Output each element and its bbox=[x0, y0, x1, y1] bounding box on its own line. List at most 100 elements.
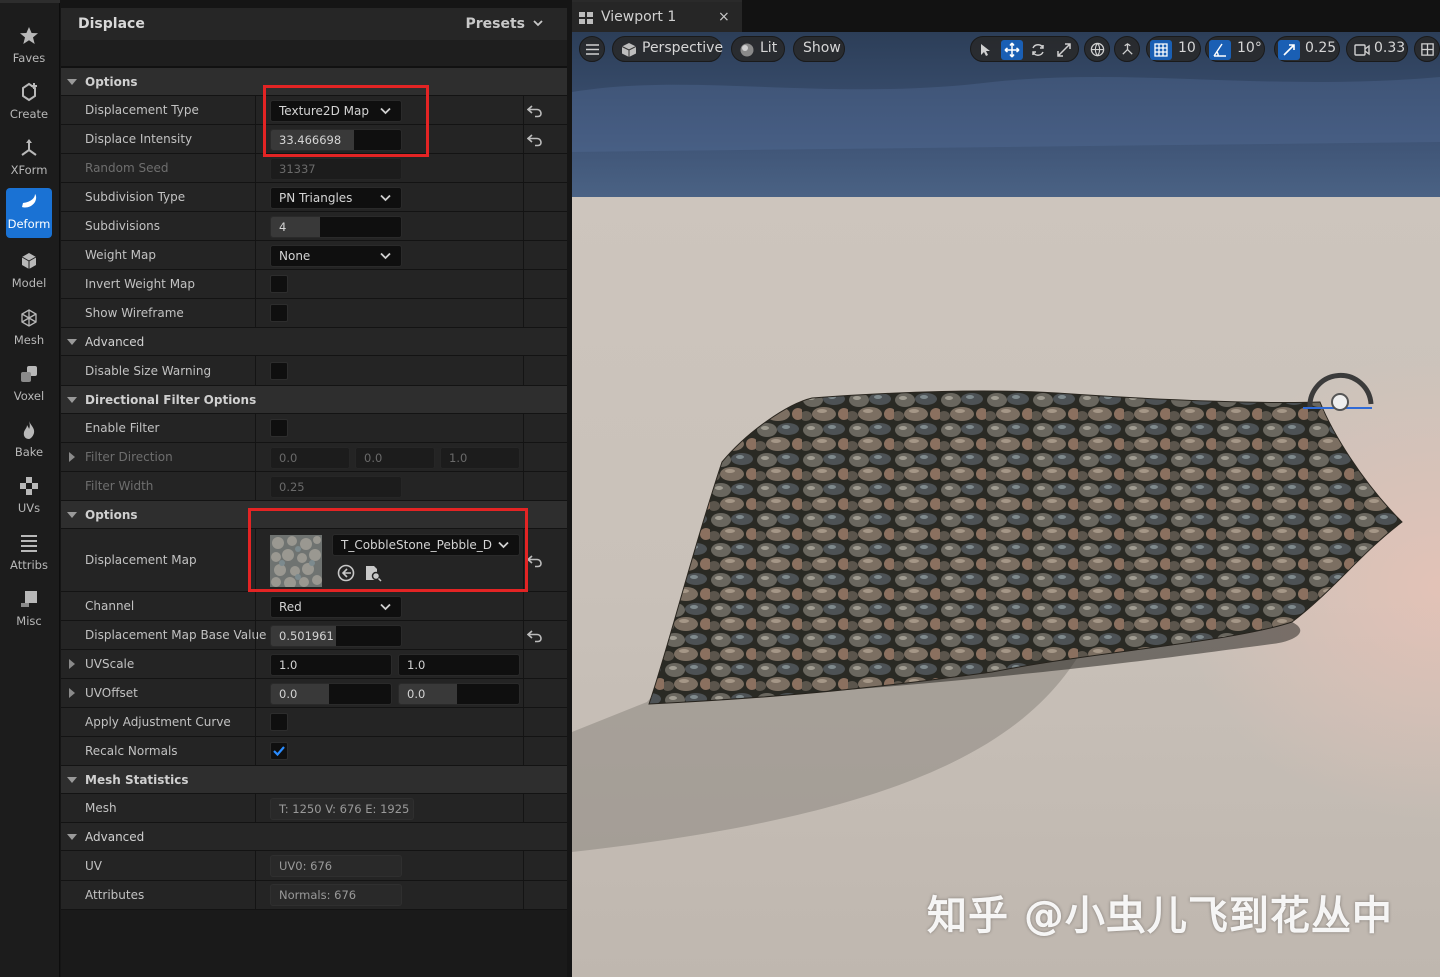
expand-arrow-icon[interactable] bbox=[69, 452, 75, 462]
mesh-stats-value: T: 1250 V: 676 E: 1925 bbox=[270, 798, 414, 820]
reset-arrow-icon[interactable] bbox=[527, 133, 543, 147]
reset-arrow-icon[interactable] bbox=[527, 629, 543, 643]
column-divider bbox=[255, 241, 256, 269]
category-directional-filter[interactable]: Directional Filter Options bbox=[61, 386, 567, 414]
mode-toolbar: Faves Create XForm Deform Model Mesh Vox… bbox=[0, 0, 60, 977]
tool-mesh[interactable]: Mesh bbox=[6, 304, 52, 354]
rotation-snap-toggle[interactable] bbox=[1209, 40, 1231, 60]
collapse-arrow-icon[interactable] bbox=[67, 79, 77, 85]
category-label: Options bbox=[85, 75, 138, 89]
rotate-tool[interactable] bbox=[1027, 40, 1049, 60]
expand-arrow-icon[interactable] bbox=[69, 659, 75, 669]
collapse-arrow-icon[interactable] bbox=[67, 397, 77, 403]
channel-combo[interactable]: Red bbox=[270, 596, 402, 618]
apply-adjustment-curve-checkbox[interactable] bbox=[270, 713, 288, 731]
panel-search-bar bbox=[61, 40, 567, 68]
collapse-arrow-icon[interactable] bbox=[67, 512, 77, 518]
sphere-icon bbox=[740, 43, 754, 57]
field-value: 1.0 bbox=[279, 658, 298, 672]
grid-snap-value: 10 bbox=[1178, 40, 1196, 56]
column-divider bbox=[523, 794, 524, 822]
category-mesh-statistics[interactable]: Mesh Statistics bbox=[61, 766, 567, 794]
column-divider bbox=[523, 125, 524, 153]
panel-title: Displace bbox=[78, 16, 145, 32]
prop-label: Displace Intensity bbox=[85, 132, 193, 146]
show-wireframe-checkbox[interactable] bbox=[270, 304, 288, 322]
reset-arrow-icon[interactable] bbox=[527, 554, 543, 568]
select-tool[interactable] bbox=[975, 40, 997, 60]
tool-voxel[interactable]: Voxel bbox=[6, 360, 52, 410]
column-divider bbox=[255, 356, 256, 385]
tool-deform[interactable]: Deform bbox=[6, 188, 52, 238]
close-icon[interactable]: × bbox=[718, 9, 730, 25]
perspective-button[interactable]: Perspective bbox=[612, 36, 723, 62]
tool-bake[interactable]: Bake bbox=[6, 416, 52, 466]
xform-icon bbox=[21, 139, 37, 156]
grid-snap-control[interactable]: 10 bbox=[1146, 36, 1201, 62]
field-value: 31337 bbox=[279, 162, 316, 176]
expand-arrow-icon[interactable] bbox=[69, 688, 75, 698]
field-value: 0.0 bbox=[279, 687, 298, 701]
scale-tool[interactable] bbox=[1053, 40, 1075, 60]
column-divider bbox=[523, 472, 524, 500]
world-local-button[interactable] bbox=[1084, 36, 1110, 62]
field-value: 0.501961 bbox=[279, 629, 334, 643]
viewport[interactable]: Viewport 1 × Perspective Lit Show 10 10°… bbox=[572, 0, 1440, 977]
tool-xform[interactable]: XForm bbox=[6, 134, 52, 184]
presets-dropdown[interactable]: Presets bbox=[465, 16, 543, 32]
rotation-snap-value: 10° bbox=[1237, 40, 1262, 56]
column-divider bbox=[523, 708, 524, 736]
uvscale-x-field[interactable]: 1.0 bbox=[270, 654, 392, 676]
surface-snap-button[interactable] bbox=[1114, 36, 1140, 62]
viewport-layout-button[interactable] bbox=[1414, 36, 1440, 62]
field-value: 0.25 bbox=[279, 480, 305, 494]
tool-attribs[interactable]: Attribs bbox=[6, 529, 52, 579]
rotation-snap-control[interactable]: 10° bbox=[1205, 36, 1265, 62]
category-advanced-stats[interactable]: Advanced bbox=[61, 823, 567, 851]
invert-weight-map-checkbox[interactable] bbox=[270, 275, 288, 293]
uvoffset-x-field[interactable]: 0.0 bbox=[270, 683, 392, 705]
recalc-normals-checkbox[interactable] bbox=[270, 742, 288, 760]
category-advanced[interactable]: Advanced bbox=[61, 328, 567, 356]
snap-surface-icon bbox=[1122, 43, 1133, 55]
tool-faves[interactable]: Faves bbox=[6, 22, 52, 72]
collapse-arrow-icon[interactable] bbox=[67, 777, 77, 783]
prop-label: UVOffset bbox=[85, 686, 138, 700]
scale-snap-toggle[interactable] bbox=[1278, 40, 1300, 60]
enable-filter-checkbox[interactable] bbox=[270, 419, 288, 437]
field-value: 0.0 bbox=[407, 687, 426, 701]
uvscale-y-field[interactable]: 1.0 bbox=[398, 654, 520, 676]
camera-speed-control[interactable]: 0.33 bbox=[1346, 36, 1408, 62]
viewport-tab-bar: Viewport 1 × bbox=[572, 0, 1440, 32]
prop-channel: Channel Red bbox=[61, 592, 567, 621]
show-button[interactable]: Show bbox=[793, 36, 845, 62]
create-icon bbox=[22, 82, 37, 102]
star-icon bbox=[20, 27, 38, 44]
tool-uvs[interactable]: UVs bbox=[6, 472, 52, 522]
map-base-value-field[interactable]: 0.501961 bbox=[270, 625, 402, 647]
tool-create[interactable]: Create bbox=[6, 78, 52, 128]
reset-arrow-icon[interactable] bbox=[527, 104, 543, 118]
tool-misc[interactable]: Misc bbox=[6, 585, 52, 635]
column-divider bbox=[523, 241, 524, 269]
prop-subdivision-type: Subdivision Type PN Triangles bbox=[61, 183, 567, 212]
move-arrows-icon bbox=[1004, 42, 1020, 58]
subdivision-type-combo[interactable]: PN Triangles bbox=[270, 187, 402, 209]
collapse-arrow-icon[interactable] bbox=[67, 834, 77, 840]
translate-tool[interactable] bbox=[1001, 40, 1023, 60]
viewport-menu-button[interactable] bbox=[579, 36, 605, 62]
lit-button[interactable]: Lit bbox=[731, 36, 785, 62]
category-label: Directional Filter Options bbox=[85, 393, 257, 407]
subdivisions-field[interactable]: 4 bbox=[270, 216, 402, 238]
uvoffset-y-field[interactable]: 0.0 bbox=[398, 683, 520, 705]
tool-model[interactable]: Model bbox=[6, 247, 52, 297]
collapse-arrow-icon[interactable] bbox=[67, 339, 77, 345]
column-divider bbox=[255, 737, 256, 765]
viewport-tab[interactable]: Viewport 1 × bbox=[572, 0, 742, 32]
checker-icon bbox=[20, 477, 38, 495]
scale-snap-value: 0.25 bbox=[1305, 40, 1337, 56]
disable-size-warning-checkbox[interactable] bbox=[270, 362, 288, 380]
scale-snap-control[interactable]: 0.25 bbox=[1274, 36, 1340, 62]
grid-snap-toggle[interactable] bbox=[1150, 40, 1172, 60]
weight-map-combo[interactable]: None bbox=[270, 245, 402, 267]
